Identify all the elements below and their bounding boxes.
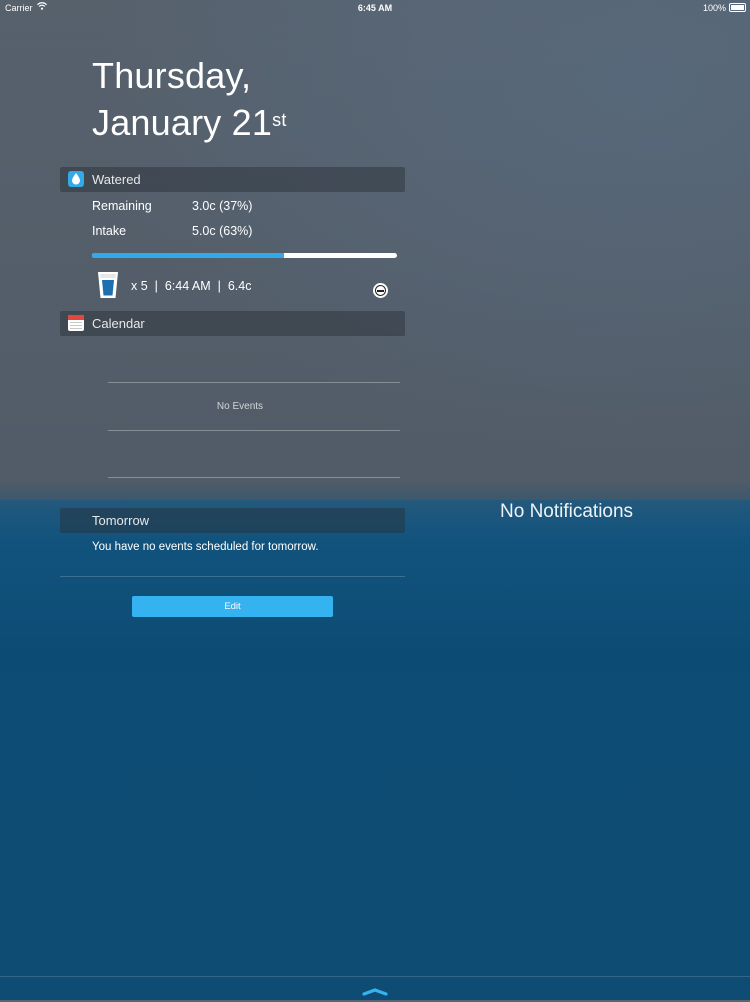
date-month-day: January 21st <box>92 99 287 146</box>
background-blur-bottom <box>0 500 750 1000</box>
calendar-icon <box>68 315 84 331</box>
watered-widget-header[interactable]: Watered <box>60 167 405 192</box>
bottom-divider <box>0 976 750 977</box>
calendar-divider <box>108 477 400 478</box>
minus-circle-icon <box>375 285 386 296</box>
date-weekday: Thursday, <box>92 55 252 96</box>
date-suffix: st <box>272 110 287 130</box>
intake-progress-fill <box>92 253 285 258</box>
glass-icon[interactable] <box>97 271 119 299</box>
calendar-title: Calendar <box>92 316 145 331</box>
intake-value: 5.0c (63%) <box>192 224 253 238</box>
last-drink-summary: x 5 | 6:44 AM | 6.4c <box>131 279 252 293</box>
calendar-divider <box>108 430 400 431</box>
edit-button[interactable]: Edit <box>132 596 333 617</box>
battery-percent: 100% <box>702 3 726 13</box>
calendar-divider <box>108 382 400 383</box>
no-notifications-label: No Notifications <box>500 501 634 522</box>
calendar-widget-header[interactable]: Calendar <box>60 311 405 336</box>
chevron-up-icon[interactable] <box>362 984 388 996</box>
no-events-text: No Events <box>216 401 264 412</box>
tomorrow-widget-header[interactable]: Tomorrow <box>60 508 405 533</box>
water-drop-icon <box>68 171 84 187</box>
date-month-day-text: January 21 <box>92 102 273 143</box>
remove-drink-button[interactable] <box>373 283 388 298</box>
intake-label: Intake <box>92 224 127 238</box>
remaining-value: 3.0c (37%) <box>192 199 253 213</box>
watered-title: Watered <box>92 172 141 187</box>
battery-icon <box>729 3 746 12</box>
date-heading: Thursday, January 21st <box>92 52 287 146</box>
tomorrow-title: Tomorrow <box>92 513 150 528</box>
status-time: 6:45 AM <box>357 3 393 13</box>
intake-progress-bar <box>92 253 397 258</box>
remaining-label: Remaining <box>92 199 152 213</box>
status-bar: Carrier 6:45 AM 100% <box>0 0 750 16</box>
tomorrow-message: You have no events scheduled for tomorro… <box>92 541 319 553</box>
widgets-separator <box>60 576 405 577</box>
